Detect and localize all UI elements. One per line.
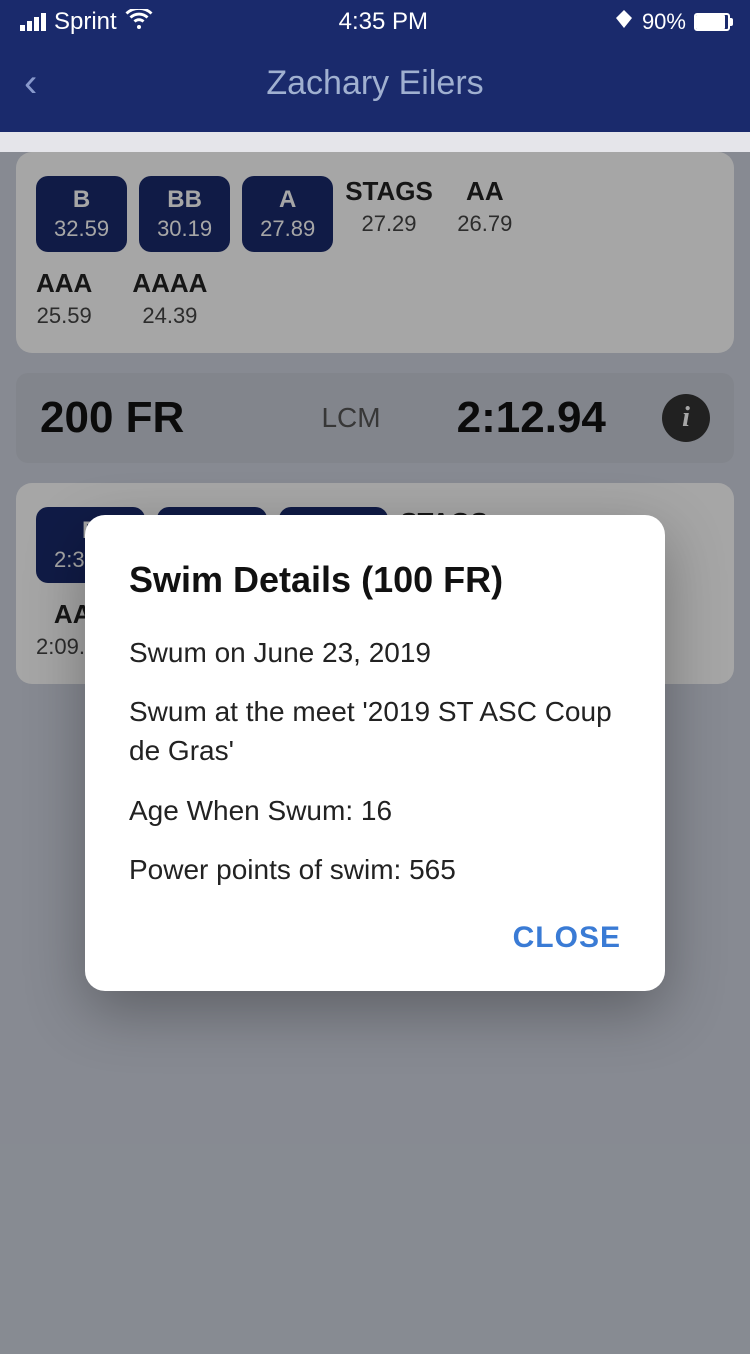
signal-icon	[20, 13, 46, 31]
swim-details-modal: Swim Details (100 FR) Swum on June 23, 2…	[85, 515, 665, 991]
battery-icon	[694, 13, 730, 31]
status-left: Sprint	[20, 8, 153, 36]
location-icon	[614, 8, 634, 36]
nav-header: ‹ Zachary Eilers	[0, 44, 750, 132]
wifi-icon	[125, 8, 153, 36]
battery-percent: 90%	[642, 9, 686, 35]
status-right: 90%	[614, 8, 730, 36]
modal-line-2: Swum at the meet '2019 ST ASC Coup de Gr…	[129, 692, 621, 770]
carrier-label: Sprint	[54, 8, 117, 36]
modal-line-4: Power points of swim: 565	[129, 850, 621, 889]
status-time: 4:35 PM	[339, 8, 428, 36]
page-title: Zachary Eilers	[266, 64, 483, 103]
main-content: B 32.59 BB 30.19 A 27.89 STAGS 27.	[0, 152, 750, 1354]
close-button[interactable]: CLOSE	[513, 921, 621, 955]
modal-line-1: Swum on June 23, 2019	[129, 633, 621, 672]
modal-overlay: Swim Details (100 FR) Swum on June 23, 2…	[0, 152, 750, 1354]
modal-title: Swim Details (100 FR)	[129, 559, 621, 601]
status-bar: Sprint 4:35 PM 90%	[0, 0, 750, 44]
modal-line-3: Age When Swum: 16	[129, 791, 621, 830]
back-button[interactable]: ‹	[24, 63, 37, 103]
modal-close-row: CLOSE	[129, 921, 621, 955]
